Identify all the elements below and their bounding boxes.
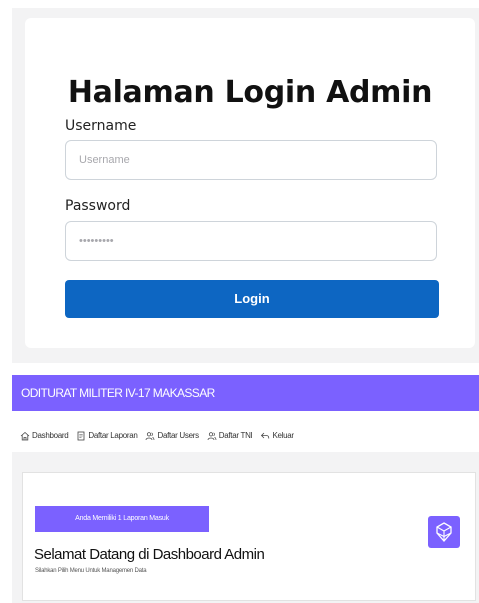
menu-bar: Dashboard Daftar Laporan Daftar Users Da…	[20, 431, 300, 445]
brand-title[interactable]: ODITURAT MILITER IV-17 MAKASSAR	[21, 386, 215, 400]
menu-label-daftar-users: Daftar Users	[157, 431, 199, 440]
welcome-title: Selamat Datang di Dashboard Admin	[34, 546, 265, 563]
menu-label-keluar: Keluar	[272, 431, 294, 440]
welcome-subtitle: Silahkan Pilih Menu Untuk Managemen Data	[35, 568, 147, 574]
report-alert-badge[interactable]: Anda Memiliki 1 Laporan Masuk	[35, 506, 209, 532]
menu-label-dashboard: Dashboard	[32, 431, 69, 440]
login-title: Halaman Login Admin	[67, 75, 433, 110]
login-card: Halaman Login Admin Username Username Pa…	[25, 18, 475, 348]
menu-label-daftar-laporan: Daftar Laporan	[88, 431, 138, 440]
password-value: •••••••••	[79, 235, 114, 247]
menu-item-keluar[interactable]: Keluar	[260, 431, 294, 441]
username-label: Username	[65, 118, 137, 134]
document-icon	[77, 431, 85, 441]
users-icon	[146, 432, 155, 441]
menu-item-daftar-users[interactable]: Daftar Users	[145, 431, 199, 441]
home-icon	[20, 431, 30, 441]
top-navbar: ODITURAT MILITER IV-17 MAKASSAR	[12, 375, 479, 411]
login-button[interactable]: Login	[65, 280, 439, 318]
login-section: Halaman Login Admin Username Username Pa…	[12, 8, 479, 363]
content-area: Anda Memiliki 1 Laporan Masuk Selamat Da…	[12, 452, 479, 603]
dashboard-logo-icon	[436, 522, 452, 542]
menu-label-daftar-tni: Daftar TNI	[218, 431, 253, 440]
password-label: Password	[65, 198, 131, 214]
password-input[interactable]: •••••••••	[65, 221, 437, 261]
menu-item-daftar-tni[interactable]: Daftar TNI	[207, 431, 253, 441]
dashboard-logo	[428, 516, 460, 548]
users-icon	[207, 432, 217, 441]
dashboard-card: Anda Memiliki 1 Laporan Masuk Selamat Da…	[22, 472, 476, 601]
menu-item-daftar-laporan[interactable]: Daftar Laporan	[76, 431, 138, 441]
menu-item-dashboard[interactable]: Dashboard	[20, 431, 69, 441]
username-placeholder: Username	[79, 154, 130, 166]
logout-icon	[261, 432, 270, 439]
username-input[interactable]: Username	[65, 140, 437, 180]
